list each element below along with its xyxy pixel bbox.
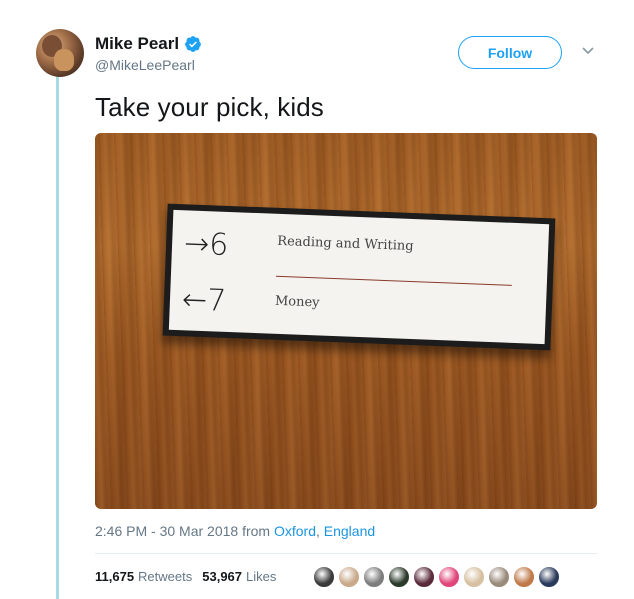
- stats-row: 11,675 Retweets 53,967 Likes: [95, 569, 286, 584]
- door-sign: →6 Reading and Writing ←7 Money: [162, 203, 556, 351]
- display-name[interactable]: Mike Pearl: [95, 34, 179, 54]
- retweets-count: 11,675: [95, 569, 135, 584]
- verified-icon: [185, 36, 201, 52]
- thread-line: [56, 76, 59, 599]
- timestamp-row: 2:46 PM - 30 Mar 2018 from Oxford, Engla…: [95, 523, 375, 539]
- sign-top-label: Reading and Writing: [277, 233, 414, 255]
- liker-avatar-icon[interactable]: [513, 566, 535, 588]
- liker-avatar-icon[interactable]: [438, 566, 460, 588]
- liker-avatar-icon[interactable]: [338, 566, 360, 588]
- liker-avatar-icon[interactable]: [388, 566, 410, 588]
- author-name-row[interactable]: Mike Pearl: [95, 34, 202, 54]
- likers-list: [313, 566, 563, 588]
- sign-bottom-label: Money: [274, 293, 320, 311]
- retweets-stat[interactable]: 11,675 Retweets: [95, 569, 192, 584]
- sign-top-arrow: →6: [183, 226, 230, 263]
- tweet-text: Take your pick, kids: [95, 92, 324, 122]
- liker-avatar-icon[interactable]: [463, 566, 485, 588]
- sign-bottom-arrow: ←7: [181, 282, 227, 319]
- likes-stat[interactable]: 53,967 Likes: [202, 569, 276, 584]
- likes-count: 53,967: [202, 569, 243, 584]
- divider: [95, 553, 597, 554]
- liker-avatar-icon[interactable]: [363, 566, 385, 588]
- avatar[interactable]: [36, 29, 84, 77]
- timestamp[interactable]: 2:46 PM - 30 Mar 2018 from: [95, 523, 274, 539]
- sign-face: →6 Reading and Writing ←7 Money: [168, 209, 550, 345]
- liker-avatar-icon[interactable]: [413, 566, 435, 588]
- liker-avatar-icon[interactable]: [488, 566, 510, 588]
- avatar-dog: [54, 49, 74, 71]
- location-country-link[interactable]: England: [324, 523, 375, 539]
- location-separator: ,: [315, 523, 324, 539]
- retweets-label: Retweets: [138, 569, 193, 584]
- liker-avatar-icon[interactable]: [313, 566, 335, 588]
- tweet-photo[interactable]: →6 Reading and Writing ←7 Money: [95, 133, 597, 509]
- follow-button[interactable]: Follow: [458, 36, 562, 69]
- likes-label: Likes: [246, 569, 277, 584]
- sign-divider: [275, 275, 512, 286]
- liker-avatar-icon[interactable]: [538, 566, 560, 588]
- location-city-link[interactable]: Oxford: [274, 523, 316, 539]
- author-handle[interactable]: @MikeLeePearl: [95, 57, 195, 73]
- chevron-down-icon[interactable]: [582, 46, 594, 56]
